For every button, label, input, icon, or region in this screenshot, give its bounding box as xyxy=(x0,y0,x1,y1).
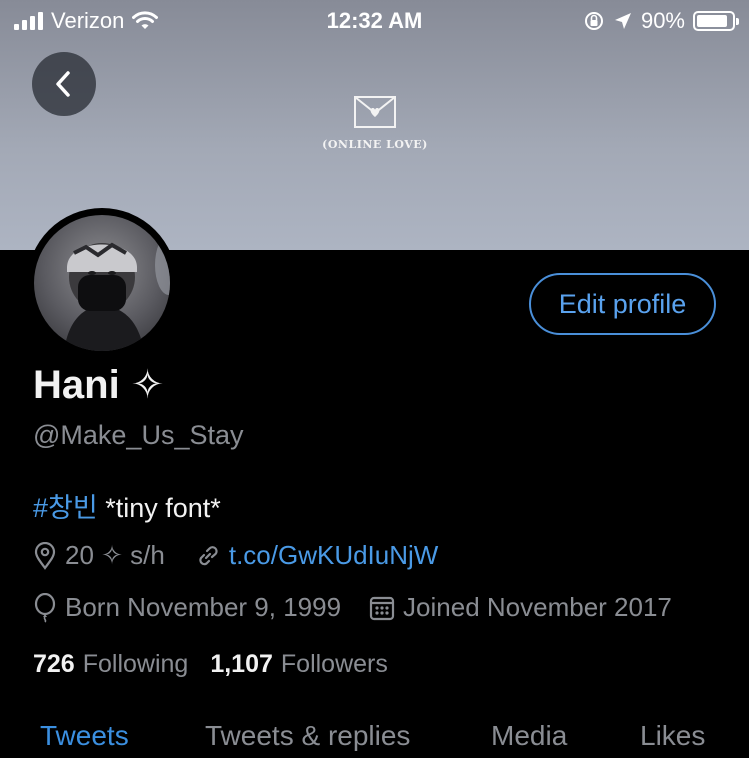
profile-website[interactable]: t.co/GwKUdIuNjW xyxy=(195,540,439,571)
banner-logo-text: (ONLINE LOVE) xyxy=(322,138,428,151)
profile-bio: #창빈 *tiny font* xyxy=(33,486,221,525)
link-icon xyxy=(199,545,218,565)
profile-birthday: Born November 9, 1999 xyxy=(33,592,341,623)
location-pin-icon xyxy=(34,541,56,570)
tab-likes[interactable]: Likes xyxy=(640,720,705,752)
profile-location: 20 ✧ s/h xyxy=(33,540,165,571)
balloon-icon xyxy=(34,592,56,623)
profile-meta-row-1: 20 ✧ s/h t.co/GwKUdIuNjW xyxy=(33,540,438,571)
following-stat[interactable]: 726 Following xyxy=(33,650,188,679)
followers-stat[interactable]: 1,107 Followers xyxy=(210,650,388,679)
profile-handle: @Make_Us_Stay xyxy=(33,420,244,450)
battery-icon xyxy=(693,11,739,31)
following-label: Following xyxy=(82,650,189,678)
edit-profile-button[interactable]: Edit profile xyxy=(529,273,716,335)
chevron-left-icon xyxy=(56,71,70,97)
orientation-lock-icon xyxy=(584,12,603,30)
avatar[interactable] xyxy=(27,208,177,358)
tab-tweets-and-replies[interactable]: Tweets & replies xyxy=(205,720,410,752)
birthday-text: Born November 9, 1999 xyxy=(65,592,342,622)
status-bar: Verizon 12:32 AM 90% xyxy=(0,0,749,42)
back-button[interactable] xyxy=(32,52,96,116)
calendar-icon xyxy=(369,596,395,620)
website-link[interactable]: t.co/GwKUdIuNjW xyxy=(229,540,439,571)
followers-count: 1,107 xyxy=(210,650,273,678)
profile-joined: Joined November 2017 xyxy=(369,592,672,623)
profile-tabs: Tweets Tweets & replies Media Likes xyxy=(0,718,749,758)
tab-media[interactable]: Media xyxy=(491,720,567,752)
banner-logo: (ONLINE LOVE) xyxy=(300,95,450,151)
joined-text: Joined November 2017 xyxy=(403,592,672,622)
battery-percent: 90% xyxy=(640,8,685,33)
profile-meta-row-2: Born November 9, 1999 Joined November 20… xyxy=(33,592,672,623)
follow-stats: 726 Following 1,107 Followers xyxy=(33,650,388,679)
envelope-heart-icon xyxy=(354,96,396,128)
avatar-image xyxy=(34,215,170,351)
location-arrow-icon xyxy=(614,13,631,29)
bio-hashtag-link[interactable]: #창빈 xyxy=(33,493,98,523)
location-text: 20 ✧ s/h xyxy=(65,540,165,570)
followers-label: Followers xyxy=(280,650,388,678)
bio-text: *tiny font* xyxy=(97,493,221,523)
following-count: 726 xyxy=(33,650,75,678)
profile-name: Hani ✧ xyxy=(33,363,165,407)
tab-tweets[interactable]: Tweets xyxy=(40,720,129,752)
